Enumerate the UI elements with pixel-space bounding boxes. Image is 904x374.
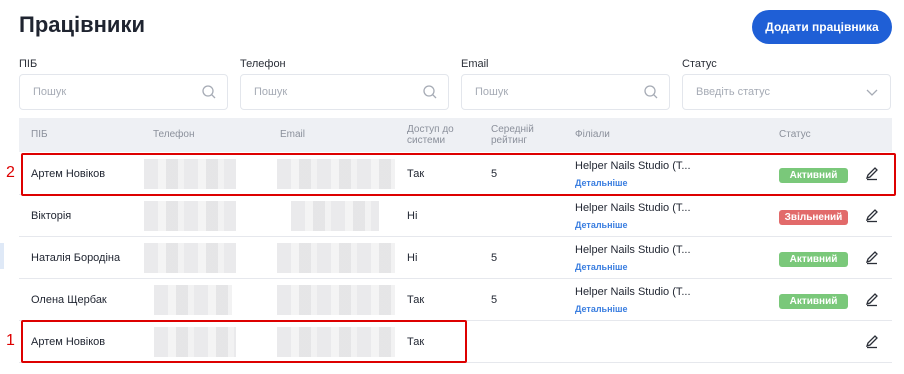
filter-status: Статус Введіть статус bbox=[682, 58, 891, 110]
details-link[interactable]: Детальніше bbox=[575, 304, 628, 314]
table-header: ПІБ Телефон Email Доступ до системи Сере… bbox=[19, 118, 892, 152]
page-title: Працівники bbox=[19, 12, 145, 37]
edit-pencil-icon[interactable] bbox=[864, 207, 880, 223]
email-search-placeholder: Пошук bbox=[475, 86, 509, 98]
phone-search-placeholder: Пошук bbox=[254, 86, 288, 98]
branch-name: Helper Nails Studio (Т... bbox=[575, 244, 691, 256]
details-link[interactable]: Детальніше bbox=[575, 262, 628, 272]
col-rating: Середній рейтинг bbox=[491, 124, 534, 146]
status-badge: Активний bbox=[779, 294, 848, 309]
filter-phone: Телефон Пошук bbox=[240, 58, 449, 110]
add-employee-button[interactable]: Додати працівника bbox=[752, 10, 892, 44]
phone-blurred bbox=[144, 243, 236, 273]
status-select-placeholder: Введіть статус bbox=[696, 86, 770, 98]
status-badge: Звільнений bbox=[779, 210, 848, 225]
col-phone: Телефон bbox=[153, 129, 195, 140]
filter-status-label: Статус bbox=[682, 58, 717, 70]
col-status: Статус bbox=[779, 129, 811, 140]
access-value: Ні bbox=[407, 210, 418, 222]
filter-name-label: ПІБ bbox=[19, 58, 38, 70]
table-row[interactable]: Вікторія Ні Helper Nails Studio (Т... Де… bbox=[19, 195, 892, 237]
annotation-box-2 bbox=[21, 153, 896, 196]
col-access: Доступ до системи bbox=[407, 124, 454, 146]
access-value: Так bbox=[407, 294, 425, 306]
filter-phone-label: Телефон bbox=[240, 58, 286, 70]
col-name: ПІБ bbox=[31, 129, 48, 140]
phone-blurred bbox=[154, 285, 232, 315]
search-icon bbox=[644, 85, 658, 99]
email-search-input[interactable]: Пошук bbox=[461, 74, 670, 110]
filter-name: ПІБ Пошук bbox=[19, 58, 228, 110]
annotation-marker-1: 1 bbox=[6, 332, 15, 349]
email-blurred bbox=[291, 201, 379, 231]
access-value: Ні bbox=[407, 252, 418, 264]
table-row[interactable]: Олена Щербак Так 5 Helper Nails Studio (… bbox=[19, 279, 892, 321]
edit-pencil-icon[interactable] bbox=[864, 291, 880, 307]
chevron-down-icon bbox=[866, 89, 878, 96]
filter-email-label: Email bbox=[461, 58, 489, 70]
employee-name: Наталія Бородіна bbox=[31, 252, 121, 264]
rating-value: 5 bbox=[491, 252, 498, 264]
rating-value: 5 bbox=[491, 294, 498, 306]
branch-name: Helper Nails Studio (Т... bbox=[575, 202, 691, 214]
table-row[interactable]: Наталія Бородіна Ні 5 Helper Nails Studi… bbox=[19, 237, 892, 279]
email-blurred bbox=[277, 285, 395, 315]
employee-name: Олена Щербак bbox=[31, 294, 107, 306]
employee-name: Вікторія bbox=[31, 210, 72, 222]
filter-email: Email Пошук bbox=[461, 58, 670, 110]
search-icon bbox=[202, 85, 216, 99]
edit-pencil-icon[interactable] bbox=[864, 333, 880, 349]
annotation-box-1 bbox=[21, 320, 467, 363]
name-search-placeholder: Пошук bbox=[33, 86, 67, 98]
details-link[interactable]: Детальніше bbox=[575, 220, 628, 230]
side-strip bbox=[0, 243, 4, 269]
status-badge: Активний bbox=[779, 252, 848, 267]
edit-pencil-icon[interactable] bbox=[864, 249, 880, 265]
phone-search-input[interactable]: Пошук bbox=[240, 74, 449, 110]
annotation-marker-2: 2 bbox=[6, 164, 15, 181]
email-blurred bbox=[277, 243, 395, 273]
search-icon bbox=[423, 85, 437, 99]
col-branches: Філіали bbox=[575, 129, 610, 140]
col-email: Email bbox=[280, 129, 306, 140]
name-search-input[interactable]: Пошук bbox=[19, 74, 228, 110]
branch-name: Helper Nails Studio (Т... bbox=[575, 286, 691, 298]
phone-blurred bbox=[144, 201, 236, 231]
status-select[interactable]: Введіть статус bbox=[682, 74, 891, 110]
